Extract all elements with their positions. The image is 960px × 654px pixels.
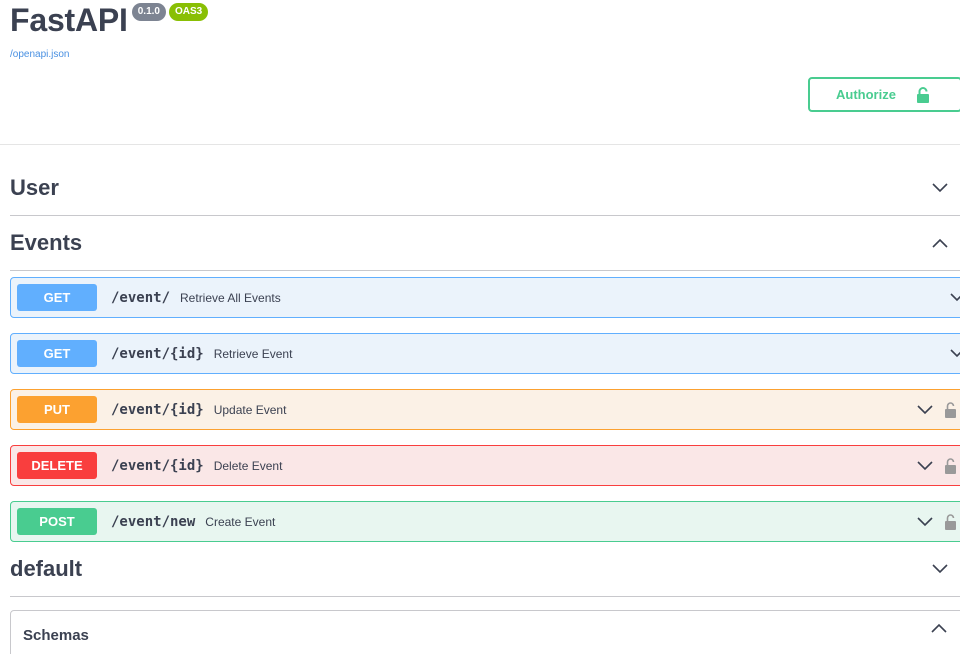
chevron-up-icon[interactable] — [931, 623, 947, 633]
chevron-down-icon[interactable] — [950, 349, 960, 358]
operation-summary: Update Event — [213, 402, 287, 417]
lock-open-icon[interactable] — [945, 457, 956, 474]
openapi-json-link[interactable]: /openapi.json — [10, 49, 70, 60]
tag-section-events[interactable]: Events — [10, 216, 960, 271]
schemas-title: Schemas — [23, 626, 89, 644]
operation-path: /event/ — [111, 289, 171, 306]
chevron-down-icon[interactable] — [917, 404, 933, 415]
chevron-down-icon[interactable] — [932, 183, 948, 193]
oas-badge: OAS3 — [169, 3, 209, 21]
operation-path: /event/{id} — [111, 345, 204, 362]
authorize-label: Authorize — [836, 87, 896, 102]
chevron-down-icon[interactable] — [917, 460, 933, 471]
operation-delete-event[interactable]: DELETE /event/{id} Delete Event — [10, 445, 960, 486]
chevron-down-icon[interactable] — [950, 293, 960, 302]
version-badge: 0.1.0 — [131, 3, 166, 21]
lock-open-icon[interactable] — [945, 513, 956, 530]
method-badge-post: POST — [17, 508, 97, 535]
operation-summary: Retrieve All Events — [180, 290, 281, 305]
tag-name-default: default — [10, 556, 83, 581]
method-badge-get: GET — [17, 284, 97, 311]
authorize-button[interactable]: Authorize — [808, 77, 960, 112]
chevron-down-icon[interactable] — [917, 516, 933, 527]
header-divider — [0, 144, 960, 145]
operation-put-event[interactable]: PUT /event/{id} Update Event — [10, 389, 960, 430]
operation-path: /event/{id} — [111, 401, 204, 418]
method-badge-get: GET — [17, 340, 97, 367]
operation-summary: Delete Event — [213, 458, 283, 473]
operation-path: /event/new — [111, 513, 196, 530]
chevron-up-icon[interactable] — [932, 238, 948, 248]
operation-summary: Retrieve Event — [213, 346, 293, 361]
lock-closed-icon — [916, 86, 930, 103]
operation-get-event-by-id[interactable]: GET /event/{id} Retrieve Event — [10, 333, 960, 374]
tag-name-user: User — [10, 175, 59, 200]
method-badge-put: PUT — [17, 396, 97, 423]
tag-section-default[interactable]: default — [10, 542, 960, 597]
api-info: FastAPI 0.1.0 OAS3 — [10, 0, 209, 40]
schemas-section[interactable]: Schemas — [10, 610, 960, 654]
chevron-down-icon[interactable] — [932, 564, 948, 574]
method-badge-delete: DELETE — [17, 452, 97, 479]
api-title: FastAPI — [10, 2, 128, 38]
tag-name-events: Events — [10, 230, 83, 255]
tag-section-user[interactable]: User — [10, 161, 960, 216]
operation-path: /event/{id} — [111, 457, 204, 474]
lock-open-icon[interactable] — [945, 401, 956, 418]
operation-get-event-list[interactable]: GET /event/ Retrieve All Events — [10, 277, 960, 318]
operation-summary: Create Event — [205, 514, 276, 529]
operation-post-event-new[interactable]: POST /event/new Create Event — [10, 501, 960, 542]
